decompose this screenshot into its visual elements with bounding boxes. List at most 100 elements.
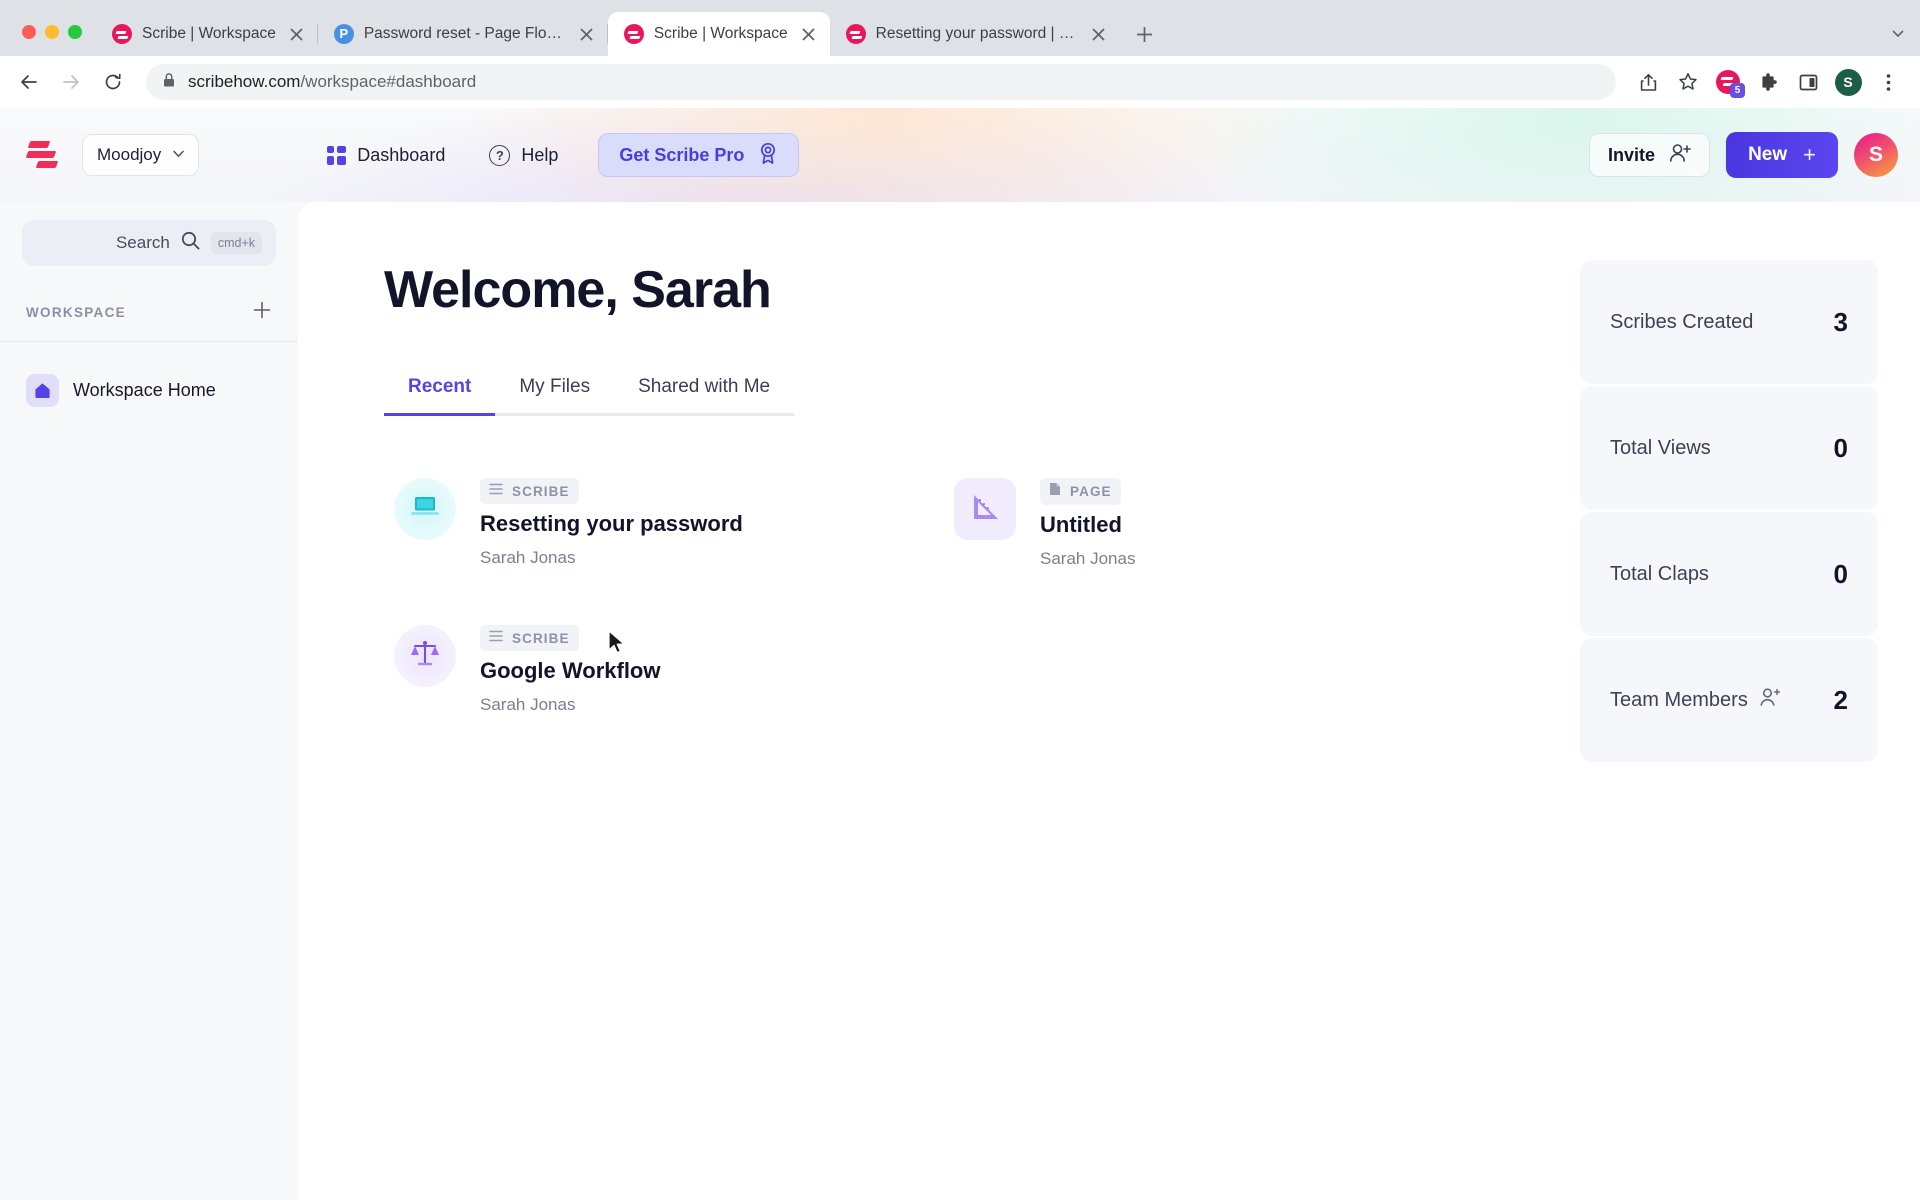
forward-button[interactable] (52, 63, 90, 101)
tab-shared-with-me[interactable]: Shared with Me (614, 376, 795, 416)
search-input[interactable]: Search cmd+k (22, 220, 276, 266)
browser-tab-1[interactable]: Scribe | Workspace (96, 12, 318, 56)
header-nav: Dashboard ? Help Get Scribe Pro (305, 133, 800, 177)
tab-strip-right (1890, 25, 1920, 56)
pageflows-favicon-icon: P (333, 24, 354, 44)
app-header: Moodjoy Dashboard ? Help Get Scribe Pro (0, 108, 1920, 202)
nav-label: Dashboard (357, 144, 446, 165)
search-placeholder: Search (115, 233, 170, 252)
stat-value: 0 (1833, 432, 1848, 463)
add-person-icon[interactable] (1759, 687, 1781, 713)
page-title: Welcome, Sarah (384, 261, 772, 319)
tab-title: Resetting your password | Scri (875, 25, 1078, 42)
side-panel-icon[interactable] (1790, 64, 1826, 100)
card-type-label: SCRIBE (512, 483, 570, 499)
pro-button-label: Get Scribe Pro (619, 144, 745, 165)
back-button[interactable] (10, 63, 48, 101)
share-icon[interactable] (1630, 64, 1666, 100)
workspace-selector[interactable]: Moodjoy (82, 134, 200, 176)
card-title: Google Workflow (480, 658, 661, 683)
nav-item-help[interactable]: ? Help (467, 133, 580, 177)
close-tab-button[interactable] (286, 23, 308, 45)
scribe-logo-icon[interactable] (22, 138, 64, 172)
stats-column: Scribes Created 3 Total Views 0 Total Cl… (1580, 260, 1920, 764)
extension-badge-count: 5 (1730, 83, 1745, 98)
close-window-button[interactable] (22, 25, 36, 39)
laptop-icon (409, 494, 441, 525)
tab-label: Shared with Me (638, 376, 771, 397)
get-scribe-pro-button[interactable]: Get Scribe Pro (598, 133, 800, 177)
new-button[interactable]: New + (1726, 132, 1838, 178)
scribe-extension-icon[interactable]: 5 (1710, 64, 1746, 100)
search-icon (181, 231, 200, 255)
tab-title: Scribe | Workspace (142, 25, 276, 42)
tab-recent[interactable]: Recent (384, 376, 496, 416)
sidebar-item-label: Workspace Home (73, 380, 216, 400)
stat-team-members[interactable]: Team Members 2 (1580, 638, 1878, 762)
new-label: New (1748, 144, 1788, 165)
stat-label-wrap: Team Members (1610, 687, 1781, 713)
card-type-badge: PAGE (1040, 478, 1121, 505)
nav-item-dashboard[interactable]: Dashboard (305, 133, 467, 177)
close-tab-button[interactable] (1088, 23, 1110, 45)
browser-tab-3-active[interactable]: Scribe | Workspace (607, 12, 830, 56)
invite-label: Invite (1608, 144, 1656, 165)
tab-title: Scribe | Workspace (653, 25, 788, 42)
card-author: Sarah Jonas (480, 548, 576, 567)
add-workspace-icon[interactable] (252, 300, 272, 325)
card-thumbnail (954, 478, 1016, 540)
card-type-label: SCRIBE (512, 630, 570, 646)
triangle-ruler-icon (968, 491, 1002, 528)
card-author: Sarah Jonas (480, 695, 576, 714)
lock-icon (162, 72, 176, 93)
browser-tabs: Scribe | Workspace P Password reset - Pa… (96, 0, 1162, 56)
browser-window: Scribe | Workspace P Password reset - Pa… (0, 0, 1920, 1200)
content-card-grid: SCRIBE Resetting your password Sarah Jon… (384, 416, 1580, 761)
list-lines-icon (489, 629, 503, 647)
sidebar: Search cmd+k WORKSPACE Workspace Home (0, 202, 298, 1200)
card-type-label: PAGE (1070, 484, 1112, 499)
stat-scribes-created: Scribes Created 3 (1580, 260, 1878, 384)
scribe-favicon-icon (845, 24, 866, 44)
tab-search-chevron-icon[interactable] (1890, 25, 1906, 46)
minimize-window-button[interactable] (45, 25, 59, 39)
stat-label: Total Claps (1610, 562, 1709, 585)
stat-total-views: Total Views 0 (1580, 386, 1878, 510)
close-tab-button[interactable] (798, 23, 820, 45)
stat-label: Team Members (1610, 688, 1748, 711)
browser-tab-4[interactable]: Resetting your password | Scri (830, 12, 1120, 56)
toolbar-icons: 5 S (1630, 64, 1906, 100)
workspace-section-header: WORKSPACE (22, 266, 276, 341)
address-bar[interactable]: scribehow.com/workspace#dashboard (146, 64, 1616, 100)
stat-value: 0 (1833, 558, 1848, 589)
new-tab-button[interactable] (1128, 17, 1162, 51)
sidebar-item-workspace-home[interactable]: Workspace Home (22, 360, 276, 421)
close-tab-button[interactable] (576, 23, 598, 45)
url-path: /workspace#dashboard (300, 72, 477, 91)
extensions-puzzle-icon[interactable] (1750, 64, 1786, 100)
home-icon (26, 374, 59, 407)
user-avatar[interactable]: S (1854, 133, 1898, 177)
card-author: Sarah Jonas (1040, 549, 1136, 568)
bookmark-star-icon[interactable] (1670, 64, 1706, 100)
stat-value: 2 (1833, 684, 1848, 715)
content-card[interactable]: SCRIBE Google Workflow Sarah Jonas (384, 615, 944, 761)
maximize-window-button[interactable] (68, 25, 82, 39)
browser-menu-icon[interactable] (1870, 64, 1906, 100)
card-title: Resetting your password (480, 511, 743, 536)
browser-tab-2[interactable]: P Password reset - Page Flows - (318, 12, 608, 56)
avatar-initial: S (1868, 143, 1883, 166)
tab-my-files[interactable]: My Files (495, 376, 615, 416)
grid-icon (327, 145, 347, 165)
invite-button[interactable]: Invite (1589, 133, 1711, 177)
window-traffic-lights (12, 25, 96, 56)
award-ribbon-icon (758, 142, 778, 169)
stat-label: Scribes Created (1610, 310, 1754, 333)
reload-button[interactable] (94, 63, 132, 101)
browser-profile-avatar[interactable]: S (1830, 64, 1866, 100)
tab-label: Recent (408, 376, 472, 397)
add-person-icon (1669, 143, 1691, 168)
workspace-section-title: WORKSPACE (26, 305, 126, 320)
content-card[interactable]: PAGE Untitled Sarah Jonas (944, 468, 1504, 615)
content-card[interactable]: SCRIBE Resetting your password Sarah Jon… (384, 468, 944, 615)
